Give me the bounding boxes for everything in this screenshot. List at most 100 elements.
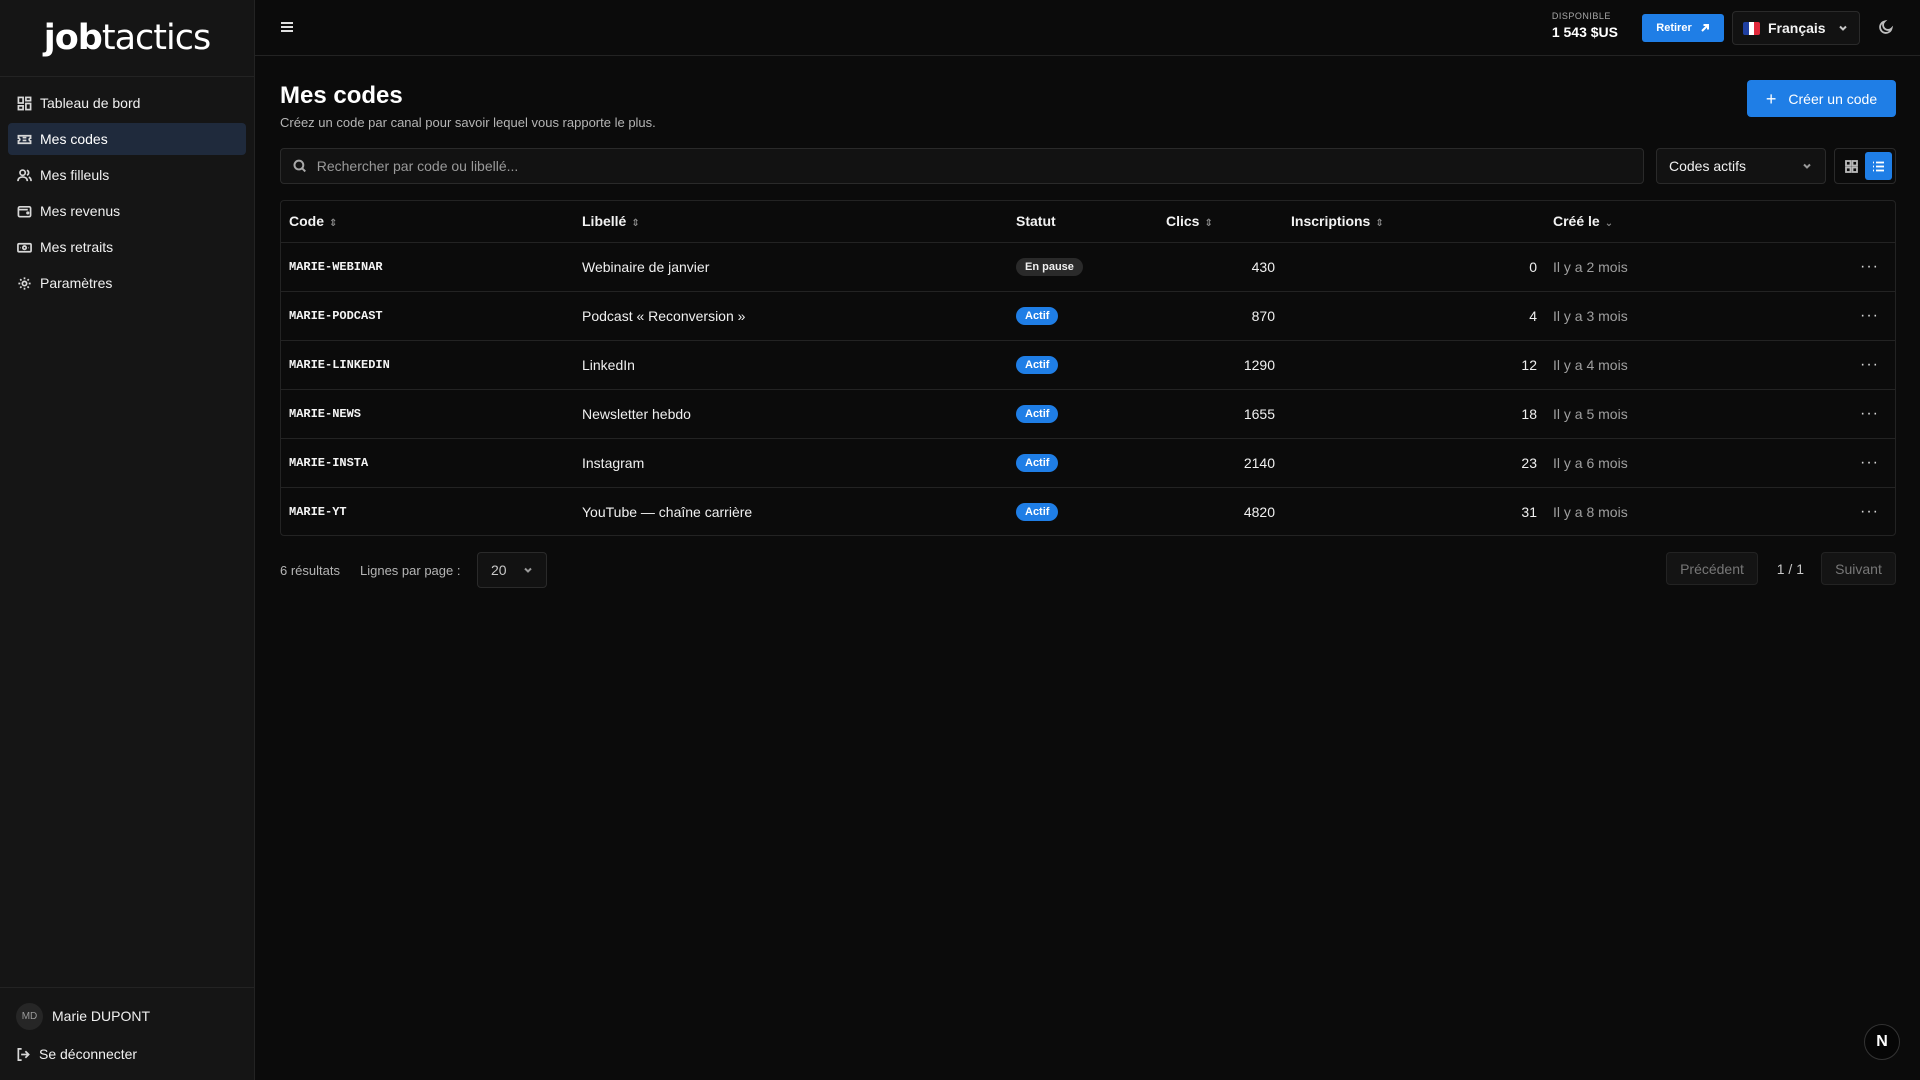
code-cell: MARIE-PODCAST (281, 291, 574, 341)
language-select[interactable]: Français (1732, 11, 1860, 45)
created-cell: Il y a 2 mois (1545, 242, 1795, 292)
logo[interactable]: jobtactics (0, 0, 254, 77)
sidebar-item-codes[interactable]: Mes codes (8, 123, 246, 155)
page-title: Mes codes (280, 82, 403, 109)
logout-icon (17, 1047, 30, 1061)
table-row[interactable]: MARIE-NEWS Newsletter hebdo Actif 1655 18 Il … (281, 389, 1895, 439)
row-actions-button[interactable]: ··· (1795, 487, 1895, 535)
status-cell: Actif (1008, 340, 1158, 390)
chevron-down-icon (1839, 25, 1847, 31)
balance-label: DISPONIBLE (1551, 11, 1611, 21)
sidebar-item-revenue[interactable]: Mes revenus (8, 195, 246, 227)
search-box (280, 148, 1644, 184)
banknote-icon (16, 239, 32, 255)
arrow-up-right-icon (1701, 24, 1709, 32)
status-badge: Actif (1016, 503, 1059, 522)
sidebar-item-label: Mes retraits (40, 239, 114, 255)
search-input[interactable] (316, 158, 1631, 174)
signups-cell: 31 (1521, 503, 1537, 520)
label-cell: LinkedIn (574, 340, 1008, 390)
row-actions-button[interactable]: ··· (1795, 340, 1895, 390)
sidebar-nav: Tableau de bord Mes codes Mes filleuls M… (0, 77, 254, 313)
table-row[interactable]: MARIE-WEBINAR Webinaire de janvier En paus… (281, 242, 1895, 292)
status-cell: Actif (1008, 389, 1158, 439)
more-horizontal-icon: ··· (1860, 502, 1879, 520)
sidebar-item-withdrawals[interactable]: Mes retraits (8, 231, 246, 263)
row-actions-button[interactable]: ··· (1795, 291, 1895, 341)
withdraw-button[interactable]: Retirer (1642, 14, 1724, 42)
clicks-cell: 870 (1158, 291, 1283, 341)
table-row[interactable]: MARIE-YT YouTube — chaîne carrière Actif 48… (281, 487, 1895, 535)
wallet-icon (16, 203, 32, 219)
dashboard-icon (16, 95, 32, 111)
floating-action-button[interactable]: N (1864, 1024, 1900, 1060)
sort-icon: ⇕ (631, 218, 640, 230)
status-badge: Actif (1016, 405, 1059, 423)
row-actions-button[interactable]: ··· (1795, 242, 1895, 292)
table-header-row: Code ⇕ Libellé ⇕ Statut Clics ⇕ Inscription… (281, 201, 1895, 243)
column-header-label[interactable]: Libellé ⇕ (574, 201, 1008, 243)
language-label: Français (1768, 20, 1826, 36)
clicks-cell: 1655 (1158, 389, 1283, 439)
users-icon (16, 167, 32, 183)
page-indicator: 1 / 1 (1776, 561, 1804, 577)
hamburger-icon (281, 22, 293, 32)
label-cell: YouTube — chaîne carrière (582, 503, 753, 520)
column-header-signups[interactable]: Inscriptions ⇕ (1283, 201, 1545, 243)
sort-icon: ⇕ (329, 218, 338, 230)
status-cell: En pause (1008, 242, 1158, 292)
sidebar-footer: MD Marie DUPONT Se déconnecter (0, 987, 254, 1080)
logout-label: Se déconnecter (39, 1046, 138, 1062)
create-code-button[interactable]: + Créer un code (1747, 80, 1896, 117)
status-cell: Actif (1008, 487, 1158, 535)
moon-icon (1879, 19, 1894, 34)
grid-icon (1845, 159, 1858, 173)
theme-toggle-button[interactable] (1878, 19, 1896, 37)
code-cell: MARIE-WEBINAR (281, 242, 574, 292)
sidebar-item-settings[interactable]: Paramètres (8, 267, 246, 299)
row-actions-button[interactable]: ··· (1795, 389, 1895, 439)
column-header-actions (1795, 201, 1895, 243)
table-row[interactable]: MARIE-PODCAST Podcast « Reconversion » Act… (281, 291, 1895, 341)
more-horizontal-icon: ··· (1860, 306, 1879, 324)
page-subtitle: Créez un code par canal pour savoir lequ… (280, 115, 656, 130)
logout-button[interactable]: Se déconnecter (8, 1038, 246, 1070)
column-header-created[interactable]: Créé le ⌄ (1545, 201, 1795, 243)
user-profile[interactable]: MD Marie DUPONT (8, 998, 246, 1034)
sidebar: jobtactics Tableau de bord Mes codes Mes… (0, 0, 255, 1080)
label-cell: Podcast « Reconversion » (574, 291, 1008, 341)
topbar: DISPONIBLE 1 543 $US Retirer Français (255, 0, 1920, 56)
created-cell: Il y a 4 mois (1545, 340, 1795, 390)
rows-per-page-label: Lignes par page : (360, 563, 461, 578)
column-header-clicks[interactable]: Clics ⇕ (1158, 201, 1283, 243)
row-actions-button[interactable]: ··· (1795, 438, 1895, 488)
search-icon (293, 159, 306, 173)
more-horizontal-icon: ··· (1860, 257, 1879, 275)
table-row[interactable]: MARIE-LINKEDIN LinkedIn Actif 1290 12 Il y a … (281, 340, 1895, 390)
sidebar-item-dashboard[interactable]: Tableau de bord (8, 87, 246, 119)
user-name: Marie DUPONT (52, 1008, 151, 1024)
rows-per-page-select[interactable]: 20 (477, 552, 547, 588)
french-flag-icon (1743, 21, 1760, 35)
chevron-down-icon (1803, 163, 1811, 169)
grid-view-button[interactable] (1838, 152, 1865, 180)
sort-desc-icon: ⌄ (1604, 218, 1614, 230)
status-filter-select[interactable]: Codes actifs (1656, 148, 1826, 184)
balance-value: 1 543 $US (1551, 24, 1618, 40)
created-cell: Il y a 5 mois (1545, 389, 1795, 439)
brand-logo: jobtactics (43, 18, 211, 58)
previous-page-button[interactable]: Précédent (1666, 552, 1758, 585)
list-view-button[interactable] (1865, 152, 1892, 180)
codes-table: Code ⇕ Libellé ⇕ Statut Clics ⇕ Inscription… (280, 200, 1896, 536)
clicks-cell: 4820 (1243, 503, 1275, 520)
column-header-code[interactable]: Code ⇕ (281, 201, 574, 243)
signups-cell: 18 (1283, 389, 1545, 439)
next-page-button[interactable]: Suivant (1821, 552, 1896, 585)
menu-toggle-button[interactable] (279, 19, 297, 37)
table-row[interactable]: MARIE-INSTA Instagram Actif 2140 23 Il y a 6 … (281, 438, 1895, 488)
sidebar-item-label: Mes filleuls (40, 167, 110, 183)
created-cell: Il y a 6 mois (1545, 438, 1795, 488)
sidebar-item-referrals[interactable]: Mes filleuls (8, 159, 246, 191)
code-cell: MARIE-INSTA (281, 438, 574, 488)
sort-icon: ⇕ (1375, 218, 1384, 230)
